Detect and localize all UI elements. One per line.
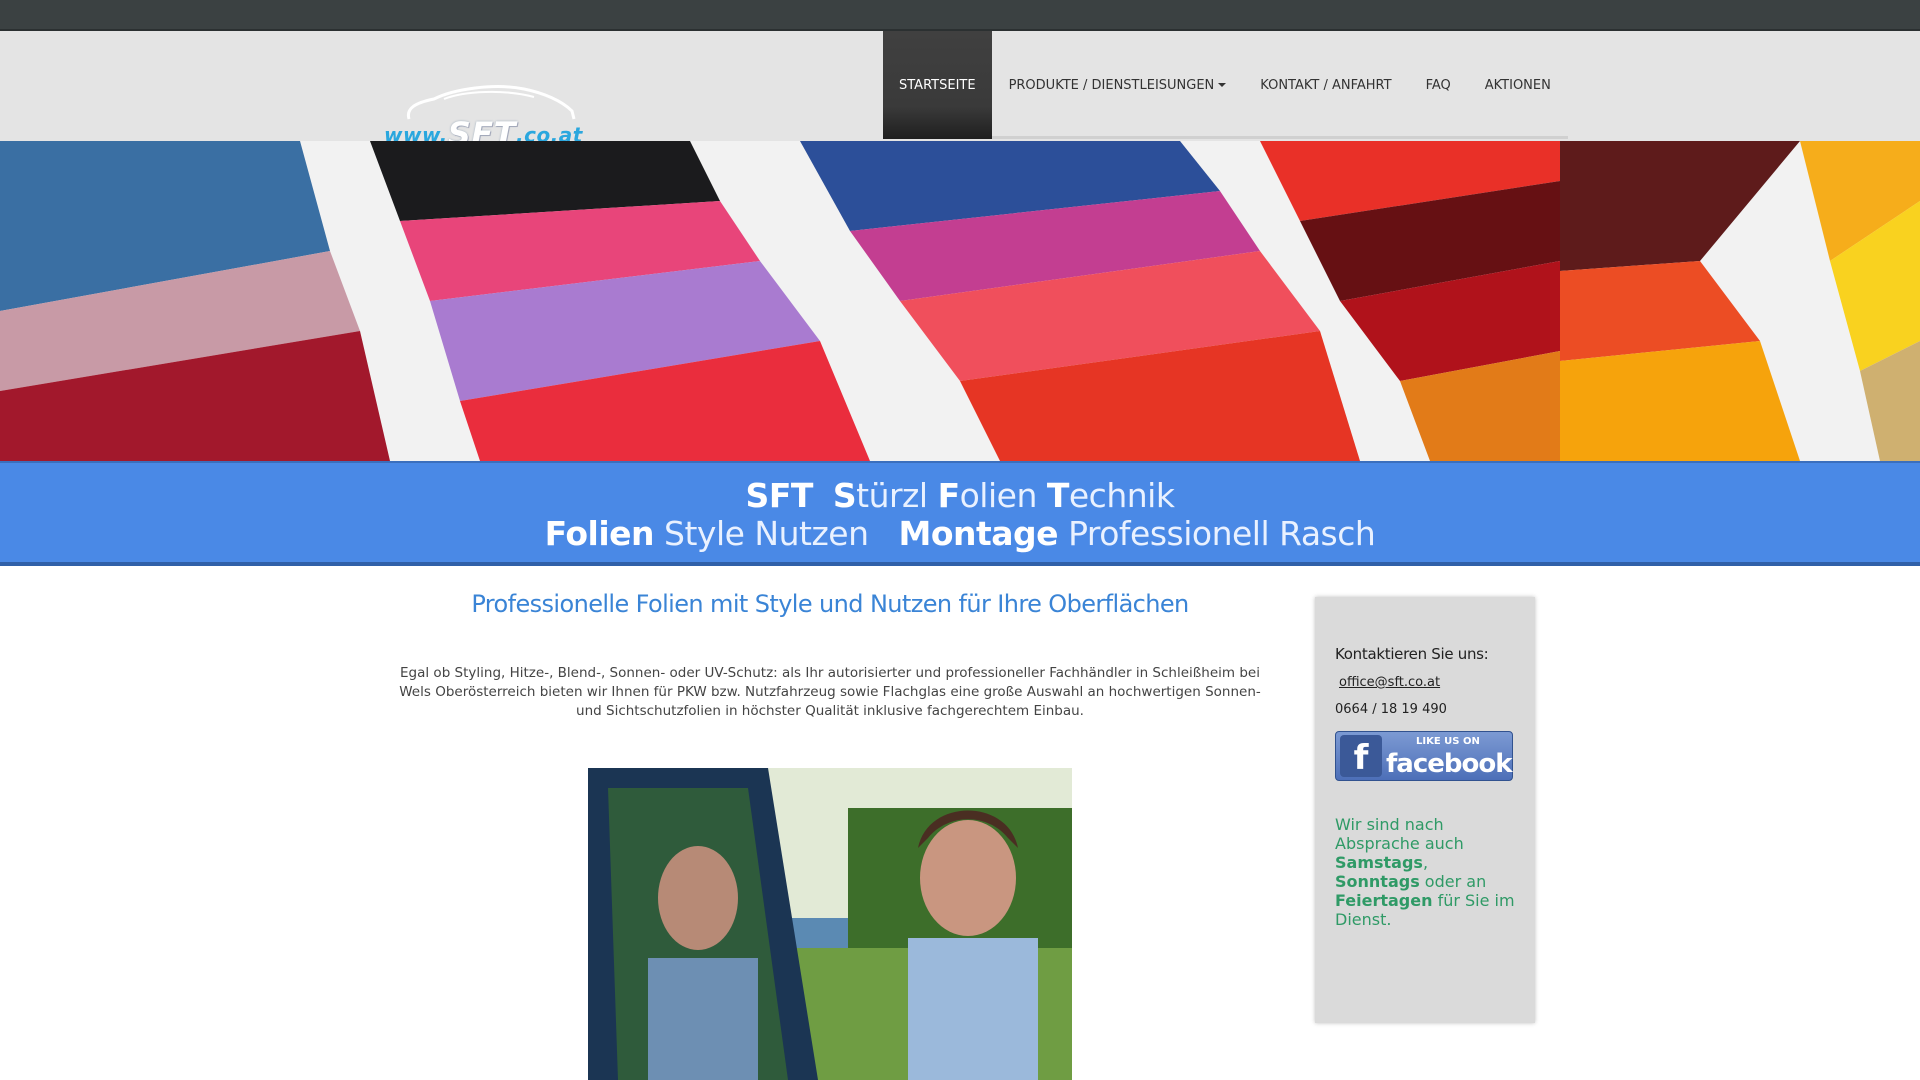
nav-item-kontakt[interactable]: KONTAKT / ANFAHRT — [1243, 31, 1409, 139]
contact-sidebar: Kontaktieren Sie uns: office@sft.co.at 0… — [1315, 597, 1535, 1023]
facebook-like-button[interactable]: f LIKE US ON facebook — [1335, 731, 1513, 781]
nav-item-faq[interactable]: FAQ — [1408, 31, 1468, 139]
facebook-icon: f — [1340, 735, 1382, 778]
facebook-wordmark: facebook — [1386, 749, 1513, 779]
phone-number: 0664 / 18 19 490 — [1335, 702, 1447, 717]
nav-item-aktionen[interactable]: AKTIONEN — [1467, 31, 1568, 139]
top-bar — [0, 0, 1920, 31]
hero-color-fan-image — [0, 141, 1920, 461]
contact-title: Kontaktieren Sie uns: — [1335, 645, 1489, 663]
nav-item-startseite[interactable]: STARTSEITE — [883, 31, 992, 139]
intro-text: Egal ob Styling, Hitze-, Blend-, Sonnen-… — [399, 665, 1261, 719]
chevron-down-icon — [1218, 83, 1227, 87]
service-note: Wir sind nach Absprache auch Samstags, S… — [1335, 815, 1515, 929]
man-reflection-photo — [588, 768, 1072, 1080]
main-menu: STARTSEITE PRODUKTE / DIENSTLEISUNGEN KO… — [883, 31, 1568, 139]
slogan-band: SFT Stürzl Folien Technik Folien Style N… — [0, 461, 1920, 566]
slogan-line-1: SFT Stürzl Folien Technik — [745, 476, 1175, 515]
email-link[interactable]: office@sft.co.at — [1339, 675, 1515, 690]
nav-item-produkte[interactable]: PRODUKTE / DIENSTLEISUNGEN — [991, 31, 1244, 139]
main-content: Professionelle Folien mit Style und Nutz… — [396, 590, 1264, 721]
slogan-line-2: Folien Style Nutzen Montage Professionel… — [544, 514, 1376, 553]
page-heading: Professionelle Folien mit Style und Nutz… — [471, 590, 1189, 618]
facebook-like-label: LIKE US ON — [1416, 736, 1480, 747]
